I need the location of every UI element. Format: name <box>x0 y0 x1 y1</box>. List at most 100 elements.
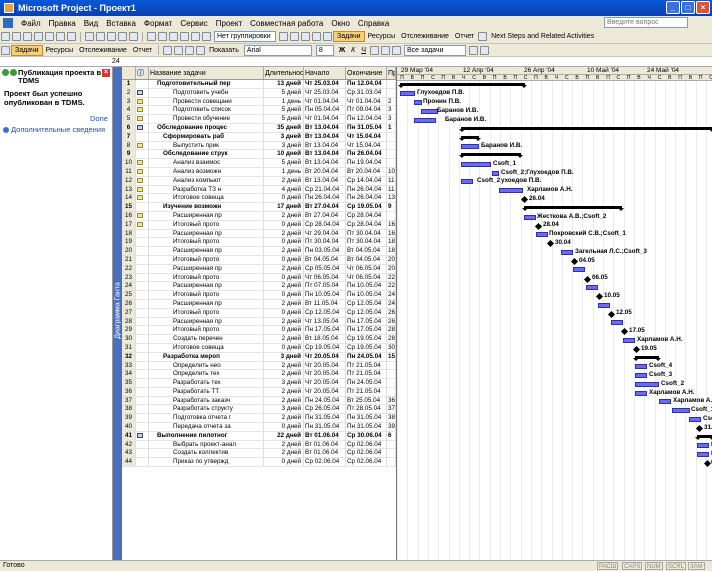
table-row[interactable]: 41 Выполнение пилотног 22 дней Вт 01.06.04 С… <box>122 431 396 441</box>
table-row[interactable]: 1 Подготовительный пер 13 дней Чт 25.03.04 П… <box>122 80 396 89</box>
new-icon[interactable] <box>1 32 10 41</box>
table-row[interactable]: 3 Провести совещани 1 день Чт 01.04.04 Чт 01… <box>122 97 396 107</box>
task-name[interactable]: Расширенная пр <box>149 317 264 326</box>
table-row[interactable]: 37 Разработать заказч 2 дней Пн 24.05.04 Вт … <box>122 396 396 406</box>
table-row[interactable]: 10 Анализ взаимос 5 дней Вт 13.04.04 Пн 19.0… <box>122 159 396 168</box>
task-predecessors[interactable]: 6 <box>387 431 396 440</box>
task-name[interactable]: Подготовка отчета г <box>149 414 264 423</box>
task-start[interactable]: Ср 05.05.04 <box>304 264 346 273</box>
row-id[interactable]: 19 <box>122 238 136 247</box>
toolbar1-report-button[interactable]: Отчет <box>452 31 477 42</box>
table-row[interactable]: 23 Итоговый прото 0 дней Чт 06.05.04 Чт 06.0… <box>122 273 396 283</box>
task-predecessors[interactable]: 24 <box>387 291 396 299</box>
task-finish[interactable]: Пн 12.04.04 <box>346 115 387 123</box>
task-duration[interactable]: 2 дней <box>264 247 304 255</box>
indicators-header[interactable]: ⓘ <box>136 67 149 79</box>
task-bar[interactable] <box>524 214 536 220</box>
task-bar[interactable] <box>536 232 548 238</box>
print-icon[interactable] <box>45 32 54 41</box>
task-predecessors[interactable] <box>387 141 396 150</box>
task-predecessors[interactable]: 13 <box>387 194 396 203</box>
task-start[interactable]: Вт 27.04.04 <box>304 203 346 211</box>
task-name[interactable]: Итоговый прото <box>149 326 264 335</box>
task-start[interactable]: Чт 01.04.04 <box>304 115 346 123</box>
task-predecessors[interactable] <box>387 132 396 141</box>
task-predecessors[interactable]: 39 <box>387 423 396 431</box>
task-start[interactable]: Чт 25.03.04 <box>304 88 346 97</box>
row-id[interactable]: 14 <box>122 194 136 203</box>
task-finish[interactable]: Пн 31.05.04 <box>346 123 387 132</box>
row-id[interactable]: 4 <box>122 106 136 115</box>
column-header-duration[interactable]: Длительность <box>264 67 304 79</box>
row-id[interactable]: 7 <box>122 132 136 141</box>
task-finish[interactable]: Чт 06.05.04 <box>346 264 387 273</box>
task-duration[interactable]: 13 дней <box>264 80 304 88</box>
font-size-dropdown[interactable]: 8 <box>315 44 334 56</box>
task-finish[interactable]: Пн 31.05.04 <box>346 423 387 431</box>
table-row[interactable]: 44 Приказ по утвержд 0 дней Ср 02.06.04 Ср 0… <box>122 458 396 468</box>
task-predecessors[interactable]: 15 <box>387 352 396 361</box>
task-start[interactable]: Чт 20.05.04 <box>304 361 346 370</box>
milestone[interactable] <box>595 293 604 301</box>
task-duration[interactable]: 2 дней <box>264 282 304 291</box>
task-start[interactable]: Чт 06.05.04 <box>304 273 346 282</box>
summary-bar[interactable] <box>695 435 712 440</box>
row-id[interactable]: 21 <box>122 255 136 264</box>
task-name[interactable]: Подготовить учебн <box>149 88 264 97</box>
task-name[interactable]: Расширенная пр <box>149 247 264 255</box>
task-duration[interactable]: 0 дней <box>264 343 304 352</box>
table-row[interactable]: 43 Создать коллектив 2 дней Вт 01.06.04 Ср 0… <box>122 449 396 459</box>
milestone[interactable] <box>546 240 555 248</box>
row-id[interactable]: 44 <box>122 458 136 467</box>
task-predecessors[interactable]: 18 <box>387 247 396 255</box>
row-id[interactable]: 30 <box>122 335 136 343</box>
task-start[interactable]: Вт 11.05.04 <box>304 299 346 308</box>
row-id[interactable]: 1 <box>122 80 136 88</box>
task-name[interactable]: Расширенная пр <box>149 299 264 308</box>
task-duration[interactable]: 0 дней <box>264 220 304 229</box>
table-row[interactable]: 17 Итоговый прото 0 дней Ср 28.04.04 Ср 28.0… <box>122 220 396 230</box>
task-name[interactable]: Расширенная пр <box>149 282 264 291</box>
task-bar[interactable] <box>573 267 585 273</box>
row-id[interactable]: 24 <box>122 282 136 291</box>
task-finish[interactable]: Ср 19.05.04 <box>346 343 387 352</box>
task-finish[interactable]: Пн 26.04.04 <box>346 194 387 203</box>
task-finish[interactable]: Вт 04.05.04 <box>346 247 387 255</box>
task-duration[interactable]: 3 дней <box>264 132 304 141</box>
task-finish[interactable]: Пт 28.05.04 <box>346 405 387 414</box>
task-finish[interactable]: Ср 14.04.04 <box>346 176 387 185</box>
row-id[interactable]: 3 <box>122 97 136 106</box>
open-icon[interactable] <box>12 32 21 41</box>
table-row[interactable]: 2 Подготовить учебн 5 дней Чт 25.03.04 Ср 31… <box>122 88 396 98</box>
task-predecessors[interactable]: 30 <box>387 343 396 352</box>
task-duration[interactable]: 2 дней <box>264 299 304 308</box>
task-duration[interactable]: 2 дней <box>264 361 304 370</box>
task-start[interactable]: Вт 13.04.04 <box>304 150 346 159</box>
table-row[interactable]: 36 Разработать ТТ 2 дней Чт 20.05.04 Пт 21.0… <box>122 387 396 397</box>
task-finish[interactable]: Ср 28.04.04 <box>346 220 387 229</box>
toolbar1-tracking-button[interactable]: Отслеживание <box>398 31 452 42</box>
more-info-link[interactable]: Дополнительные сведения <box>3 125 105 134</box>
format-painter-icon[interactable] <box>118 32 127 41</box>
task-finish[interactable]: Ср 12.05.04 <box>346 308 387 317</box>
task-predecessors[interactable]: 16 <box>387 229 396 238</box>
task-predecessors[interactable]: 18 <box>387 238 396 247</box>
table-row[interactable]: 16 Расширенная пр 2 дней Вт 27.04.04 Ср 28.0… <box>122 211 396 221</box>
assign-resources-icon[interactable] <box>202 32 211 41</box>
task-predecessors[interactable] <box>387 449 396 458</box>
table-row[interactable]: 40 Передача отчета за 0 дней Пн 31.05.04 Пн … <box>122 423 396 432</box>
task-start[interactable]: Чт 01.04.04 <box>304 97 346 106</box>
row-id[interactable]: 29 <box>122 326 136 335</box>
task-start[interactable]: Вт 13.04.04 <box>304 132 346 141</box>
task-name[interactable]: Итоговый прото <box>149 238 264 247</box>
add-icon[interactable] <box>185 45 195 55</box>
view-bar[interactable]: Диаграмма Ганта <box>113 67 122 560</box>
table-row[interactable]: 12 Анализ компьют 2 дней Вт 13.04.04 Ср 14.0… <box>122 176 396 186</box>
task-name[interactable]: Итоговое совеща <box>149 343 264 352</box>
next-steps-button[interactable]: Next Steps and Related Activities <box>488 31 597 42</box>
task-bar[interactable] <box>499 188 523 194</box>
menu-window[interactable]: Окно <box>327 19 354 28</box>
task-duration[interactable]: 4 дней <box>264 185 304 194</box>
task-finish[interactable]: Вт 20.04.04 <box>346 167 387 176</box>
table-row[interactable]: 20 Расширенная пр 2 дней Пн 03.05.04 Вт 04.0… <box>122 247 396 256</box>
